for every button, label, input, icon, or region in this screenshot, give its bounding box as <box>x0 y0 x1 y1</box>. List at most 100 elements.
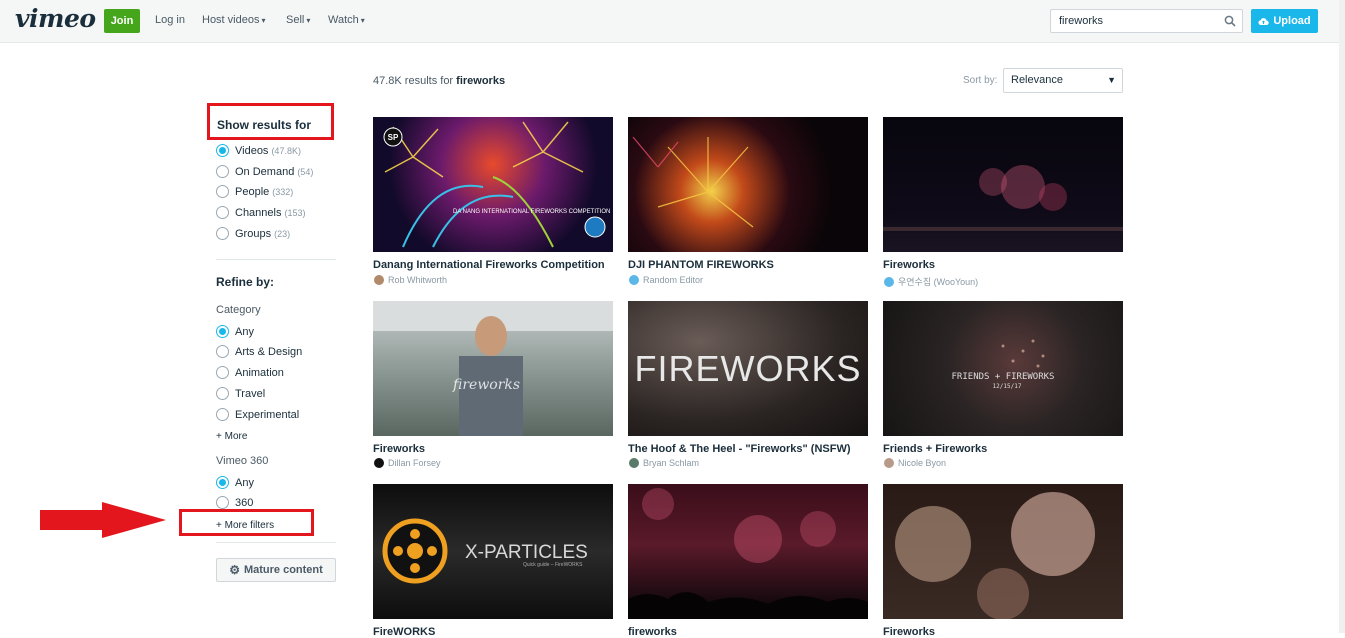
video-title[interactable]: Friends + Fireworks <box>883 443 987 455</box>
annotation-highlight-box <box>179 509 314 536</box>
search-box[interactable] <box>1050 9 1243 33</box>
radio[interactable] <box>216 227 229 240</box>
nav-sell[interactable]: Sell ▾ <box>286 14 310 26</box>
search-input[interactable] <box>1059 15 1219 27</box>
thumb-title-text: X-PARTICLES <box>465 542 588 563</box>
category-option-label: Any <box>235 325 254 338</box>
video-thumbnail[interactable]: X-PARTICLES Quick guide – FireWORKS <box>373 484 613 619</box>
mature-content-label: Mature content <box>243 564 323 576</box>
video-thumbnail[interactable]: FIREWORKS <box>628 301 868 436</box>
login-link[interactable]: Log in <box>155 14 185 26</box>
thumb-date-text: 12/15/17 <box>993 383 1022 390</box>
vimeo-360-option-label: 360 <box>235 496 254 509</box>
results-query: fireworks <box>456 75 506 87</box>
gear-icon: ⚙ <box>229 563 240 577</box>
avatar <box>884 276 894 287</box>
nav-host-videos[interactable]: Host videos ▾ <box>202 14 266 26</box>
video-thumbnail[interactable]: SP DA NANG INTERNATIONAL FIREWORKS COMPE… <box>373 117 613 252</box>
video-user[interactable]: 우연수집 (WooYoun) <box>884 275 978 288</box>
thumb-script-text: fireworks <box>452 377 520 393</box>
page-scrollbar[interactable] <box>1339 0 1345 633</box>
nav-watch-label: Watch <box>328 14 359 26</box>
category-travel[interactable]: Travel <box>216 387 265 400</box>
filter-label: People <box>235 185 270 198</box>
filter-type-videos[interactable]: Videos (47.8K) <box>216 144 301 157</box>
video-user[interactable]: Dillan Forsey <box>374 458 441 468</box>
upload-button[interactable]: Upload <box>1251 9 1318 33</box>
radio[interactable] <box>216 496 229 509</box>
video-title[interactable]: Fireworks <box>883 259 935 271</box>
fireworks-thumbnail-image <box>628 488 868 619</box>
category-experimental[interactable]: Experimental <box>216 408 299 421</box>
avatar <box>884 458 894 468</box>
filter-count: (23) <box>274 228 291 239</box>
video-thumbnail[interactable] <box>883 117 1123 252</box>
video-user[interactable]: Random Editor <box>629 275 703 285</box>
video-thumbnail[interactable]: FRIENDS + FIREWORKS 12/15/17 <box>883 301 1123 436</box>
filter-type-people[interactable]: People (332) <box>216 185 293 198</box>
radio[interactable] <box>216 185 229 198</box>
video-user[interactable]: Nicole Byon <box>884 458 946 468</box>
thumb-title-text: FIREWORKS <box>634 348 861 389</box>
video-title[interactable]: DJI PHANTOM FIREWORKS <box>628 259 774 271</box>
radio-selected[interactable] <box>216 325 229 338</box>
video-user-name: 우연수집 (WooYoun) <box>898 277 979 287</box>
cloud-upload-icon <box>1258 17 1270 25</box>
results-count: 47.8K results for fireworks <box>373 75 505 87</box>
more-categories-link[interactable]: + More <box>216 431 247 442</box>
radio-selected[interactable] <box>216 476 229 489</box>
annotation-highlight-box <box>207 103 334 140</box>
video-title[interactable]: FireWORKS <box>373 626 435 638</box>
fireworks-thumbnail-image: FRIENDS + FIREWORKS 12/15/17 <box>952 339 1054 390</box>
vimeo-360-any[interactable]: Any <box>216 476 254 489</box>
vimeo-logo[interactable]: vimeo <box>15 4 96 33</box>
fireworks-thumbnail-image: X-PARTICLES Quick guide – FireWORKS <box>382 518 588 584</box>
chevron-down-icon: ▾ <box>261 16 266 25</box>
avatar <box>629 458 639 468</box>
filter-count: (332) <box>272 186 294 197</box>
annotation-arrow-icon <box>40 502 166 538</box>
search-icon[interactable] <box>1224 15 1236 27</box>
video-title[interactable]: Fireworks <box>373 443 425 455</box>
filter-type-on-demand[interactable]: On Demand (54) <box>216 165 313 178</box>
vimeo-360-360[interactable]: 360 <box>216 496 253 509</box>
video-user-name: Nicole Byon <box>898 458 947 468</box>
radio[interactable] <box>216 345 229 358</box>
thumb-badge: SP <box>388 133 399 142</box>
video-title[interactable]: fireworks <box>628 626 677 638</box>
radio[interactable] <box>216 165 229 178</box>
filter-label: Videos <box>235 144 269 157</box>
chevron-down-icon: ▾ <box>306 16 311 25</box>
video-thumbnail[interactable] <box>628 117 868 252</box>
video-thumbnail[interactable] <box>883 484 1123 619</box>
radio[interactable] <box>216 366 229 379</box>
category-option-label: Travel <box>235 387 266 400</box>
video-thumbnail[interactable] <box>628 484 868 619</box>
radio-selected[interactable] <box>216 144 229 157</box>
video-user-name: Rob Whitworth <box>388 275 448 285</box>
video-title[interactable]: The Hoof & The Heel - "Fireworks" (NSFW) <box>628 443 851 455</box>
category-animation[interactable]: Animation <box>216 366 284 379</box>
filter-count: (153) <box>284 207 306 218</box>
video-thumbnail[interactable]: fireworks <box>373 301 613 436</box>
filter-type-channels[interactable]: Channels (153) <box>216 206 306 219</box>
avatar <box>374 275 384 285</box>
fireworks-thumbnail-image: SP DA NANG INTERNATIONAL FIREWORKS COMPE… <box>383 121 610 248</box>
radio[interactable] <box>216 206 229 219</box>
sort-select[interactable]: Relevance ▼ <box>1003 68 1123 93</box>
category-arts-design[interactable]: Arts & Design <box>216 345 302 358</box>
filter-count: (54) <box>297 166 314 177</box>
video-user[interactable]: Rob Whitworth <box>374 275 447 285</box>
category-any[interactable]: Any <box>216 325 254 338</box>
join-button[interactable]: Join <box>104 9 140 33</box>
video-title[interactable]: Fireworks <box>883 626 935 638</box>
avatar <box>629 275 639 285</box>
radio[interactable] <box>216 408 229 421</box>
radio[interactable] <box>216 387 229 400</box>
video-title[interactable]: Danang International Fireworks Competiti… <box>373 259 605 271</box>
filter-type-groups[interactable]: Groups (23) <box>216 227 290 240</box>
nav-watch[interactable]: Watch ▾ <box>328 14 365 26</box>
video-user[interactable]: Bryan Schlam <box>629 458 699 468</box>
video-user-name: Bryan Schlam <box>643 458 700 468</box>
mature-content-button[interactable]: ⚙ Mature content <box>216 558 336 582</box>
